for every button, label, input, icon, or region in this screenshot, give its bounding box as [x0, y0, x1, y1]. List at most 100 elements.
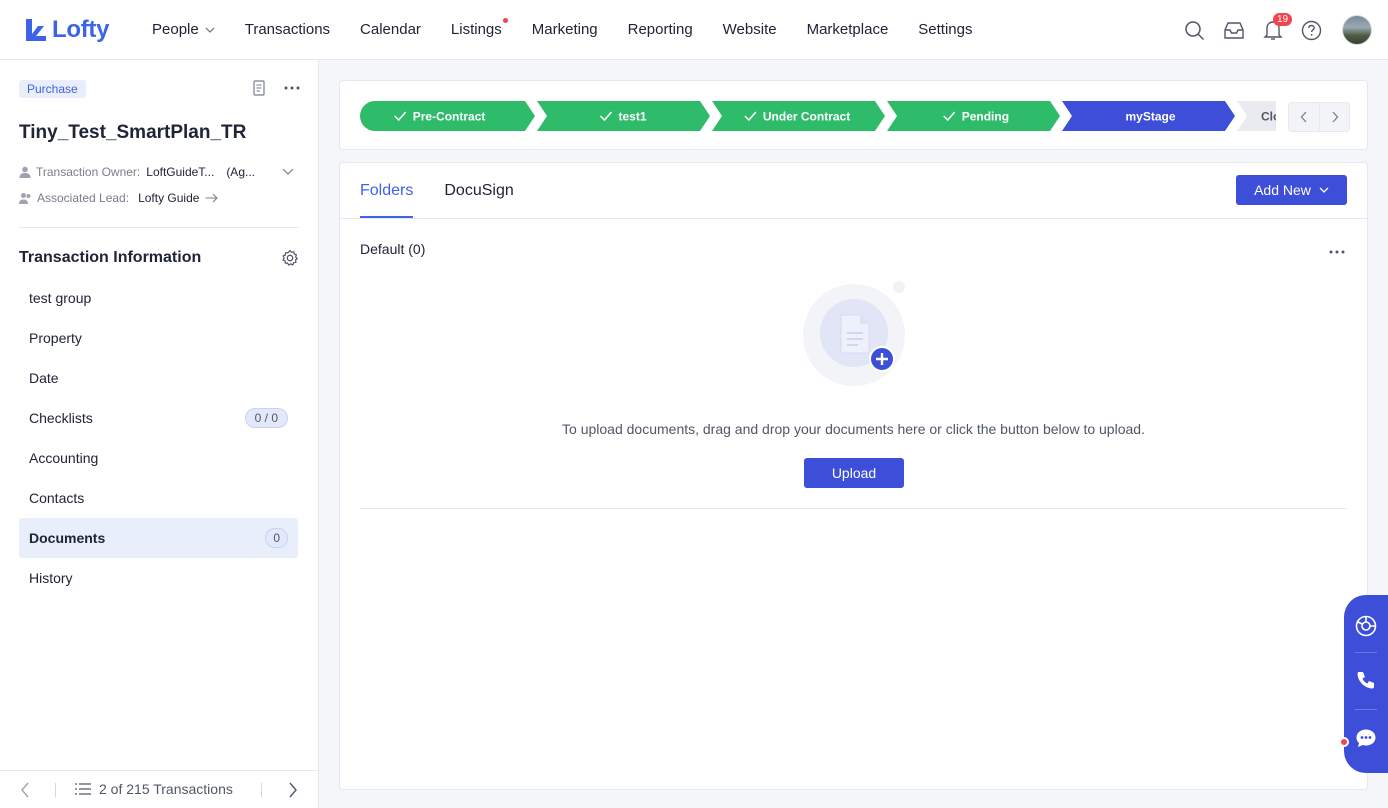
document-icon[interactable] [252, 80, 266, 96]
person-icon [19, 166, 31, 178]
documents-panel: Folders DocuSign Add New Default (0) To … [339, 162, 1368, 790]
lofty-logo[interactable]: Lofty [24, 16, 152, 44]
stage-label: test1 [619, 110, 647, 124]
help-icon[interactable] [1301, 20, 1322, 41]
menu-item-label: Checklists [29, 410, 93, 426]
add-new-label: Add New [1254, 182, 1311, 198]
nav-settings-label: Settings [918, 21, 973, 38]
pager-text: 2 of 215 Transactions [99, 781, 233, 797]
stage-label: Pre-Contract [413, 110, 486, 124]
chevron-down-icon [1319, 187, 1329, 193]
logo-text: Lofty [52, 15, 110, 43]
nav-website-label: Website [722, 21, 777, 38]
stage-mystage[interactable]: myStage [1062, 101, 1235, 131]
nav-marketplace[interactable]: Marketplace [807, 21, 889, 38]
stage-scroll-controls [1288, 102, 1350, 132]
arrow-right-icon[interactable] [205, 193, 219, 203]
nav-people-label: People [152, 21, 199, 38]
nav-marketing-label: Marketing [531, 21, 598, 38]
stage-label: Pending [962, 110, 1009, 124]
documents-count-badge: 0 [265, 528, 288, 548]
menu-item-test-group[interactable]: test group [19, 278, 298, 318]
transaction-sidebar: Purchase Tiny_Test_SmartPlan_TR Transact… [0, 60, 319, 808]
nav-transactions-label: Transactions [244, 21, 331, 38]
stage-pre-contract[interactable]: Pre-Contract [360, 101, 535, 131]
inbox-icon[interactable] [1223, 20, 1245, 40]
gear-icon[interactable] [281, 249, 299, 272]
divider [360, 508, 1347, 509]
menu-item-label: History [29, 570, 73, 586]
transaction-type-tag: Purchase [19, 80, 86, 98]
main-menu: People Transactions Calendar Listings Ma… [152, 18, 1003, 38]
menu-item-history[interactable]: History [19, 558, 298, 598]
stage-test1[interactable]: test1 [537, 101, 710, 131]
nav-marketplace-label: Marketplace [806, 21, 889, 38]
nav-calendar[interactable]: Calendar [360, 21, 421, 38]
nav-settings[interactable]: Settings [918, 21, 972, 38]
menu-item-contacts[interactable]: Contacts [19, 478, 298, 518]
unread-indicator-dot [1339, 737, 1349, 747]
nav-website[interactable]: Website [723, 21, 777, 38]
folder-title[interactable]: Default (0) [360, 241, 425, 257]
stage-progress-panel: Pre-Contract test1 Under Contract Pending my… [339, 80, 1368, 150]
top-navigation: Lofty People Transactions Calendar Listi… [0, 0, 1388, 60]
bell-icon[interactable]: 19 [1263, 13, 1293, 41]
divider [340, 218, 1367, 219]
folder-more-icon[interactable] [1329, 241, 1345, 259]
upload-button[interactable]: Upload [804, 458, 904, 488]
menu-item-documents[interactable]: Documents 0 [19, 518, 298, 558]
lead-value[interactable]: Lofty Guide [138, 191, 199, 205]
stage-clo[interactable]: Clo [1237, 101, 1276, 131]
empty-documents-illustration [802, 275, 912, 400]
stage-pending[interactable]: Pending [887, 101, 1060, 131]
stage-under-contract[interactable]: Under Contract [712, 101, 885, 131]
add-new-button[interactable]: Add New [1236, 175, 1347, 205]
stage-label: Clo [1261, 110, 1276, 124]
divider [261, 783, 262, 797]
nav-people[interactable]: People [152, 21, 215, 38]
new-indicator-dot [502, 18, 508, 23]
notification-badge: 19 [1273, 13, 1293, 26]
nav-transactions[interactable]: Transactions [245, 21, 330, 38]
menu-item-label: Documents [29, 530, 106, 546]
menu-item-checklists[interactable]: Checklists 0 / 0 [19, 398, 298, 438]
menu-item-accounting[interactable]: Accounting [19, 438, 298, 478]
user-avatar[interactable] [1342, 15, 1372, 45]
phone-icon[interactable] [1355, 669, 1377, 691]
divider [1355, 709, 1377, 710]
logo-icon [26, 18, 46, 41]
chevron-right-icon[interactable] [288, 782, 298, 801]
nav-listings[interactable]: Listings [451, 18, 508, 38]
transaction-pager: 2 of 215 Transactions [0, 770, 318, 808]
transaction-list-toggle[interactable]: 2 of 215 Transactions [75, 781, 233, 797]
stage-progress-bar: Pre-Contract test1 Under Contract Pending my… [360, 101, 1276, 131]
tab-docusign[interactable]: DocuSign [444, 163, 513, 218]
menu-item-property[interactable]: Property [19, 318, 298, 358]
section-title: Transaction Information [19, 249, 202, 266]
chevron-right-icon[interactable] [1319, 103, 1349, 131]
chevron-left-icon[interactable] [1289, 103, 1319, 131]
chat-icon[interactable] [1355, 727, 1377, 749]
search-icon[interactable] [1184, 20, 1205, 41]
owner-role: (Ag... [226, 165, 255, 179]
nav-marketing[interactable]: Marketing [532, 21, 598, 38]
chevron-down-icon [205, 27, 215, 33]
transaction-title: Tiny_Test_SmartPlan_TR [19, 122, 247, 143]
checklist-count-badge: 0 / 0 [244, 408, 288, 428]
transaction-owner-row[interactable]: Transaction Owner: LoftGuideT... (Ag... [19, 165, 299, 179]
people-icon [19, 193, 31, 204]
assistant-icon[interactable] [1355, 615, 1377, 637]
chevron-down-icon [282, 168, 294, 175]
owner-value: LoftGuideT... [146, 165, 215, 179]
menu-item-date[interactable]: Date [19, 358, 298, 398]
empty-state-message: To upload documents, drag and drop your … [562, 421, 1145, 437]
tab-folders[interactable]: Folders [360, 163, 414, 218]
divider [19, 227, 299, 228]
nav-reporting[interactable]: Reporting [628, 21, 693, 38]
divider [1355, 652, 1377, 653]
more-options-icon[interactable] [284, 86, 300, 90]
associated-lead-row[interactable]: Associated Lead: Lofty Guide [19, 191, 223, 205]
menu-item-label: Date [29, 370, 59, 386]
menu-item-label: Property [29, 330, 82, 346]
chevron-left-icon[interactable] [20, 782, 30, 801]
